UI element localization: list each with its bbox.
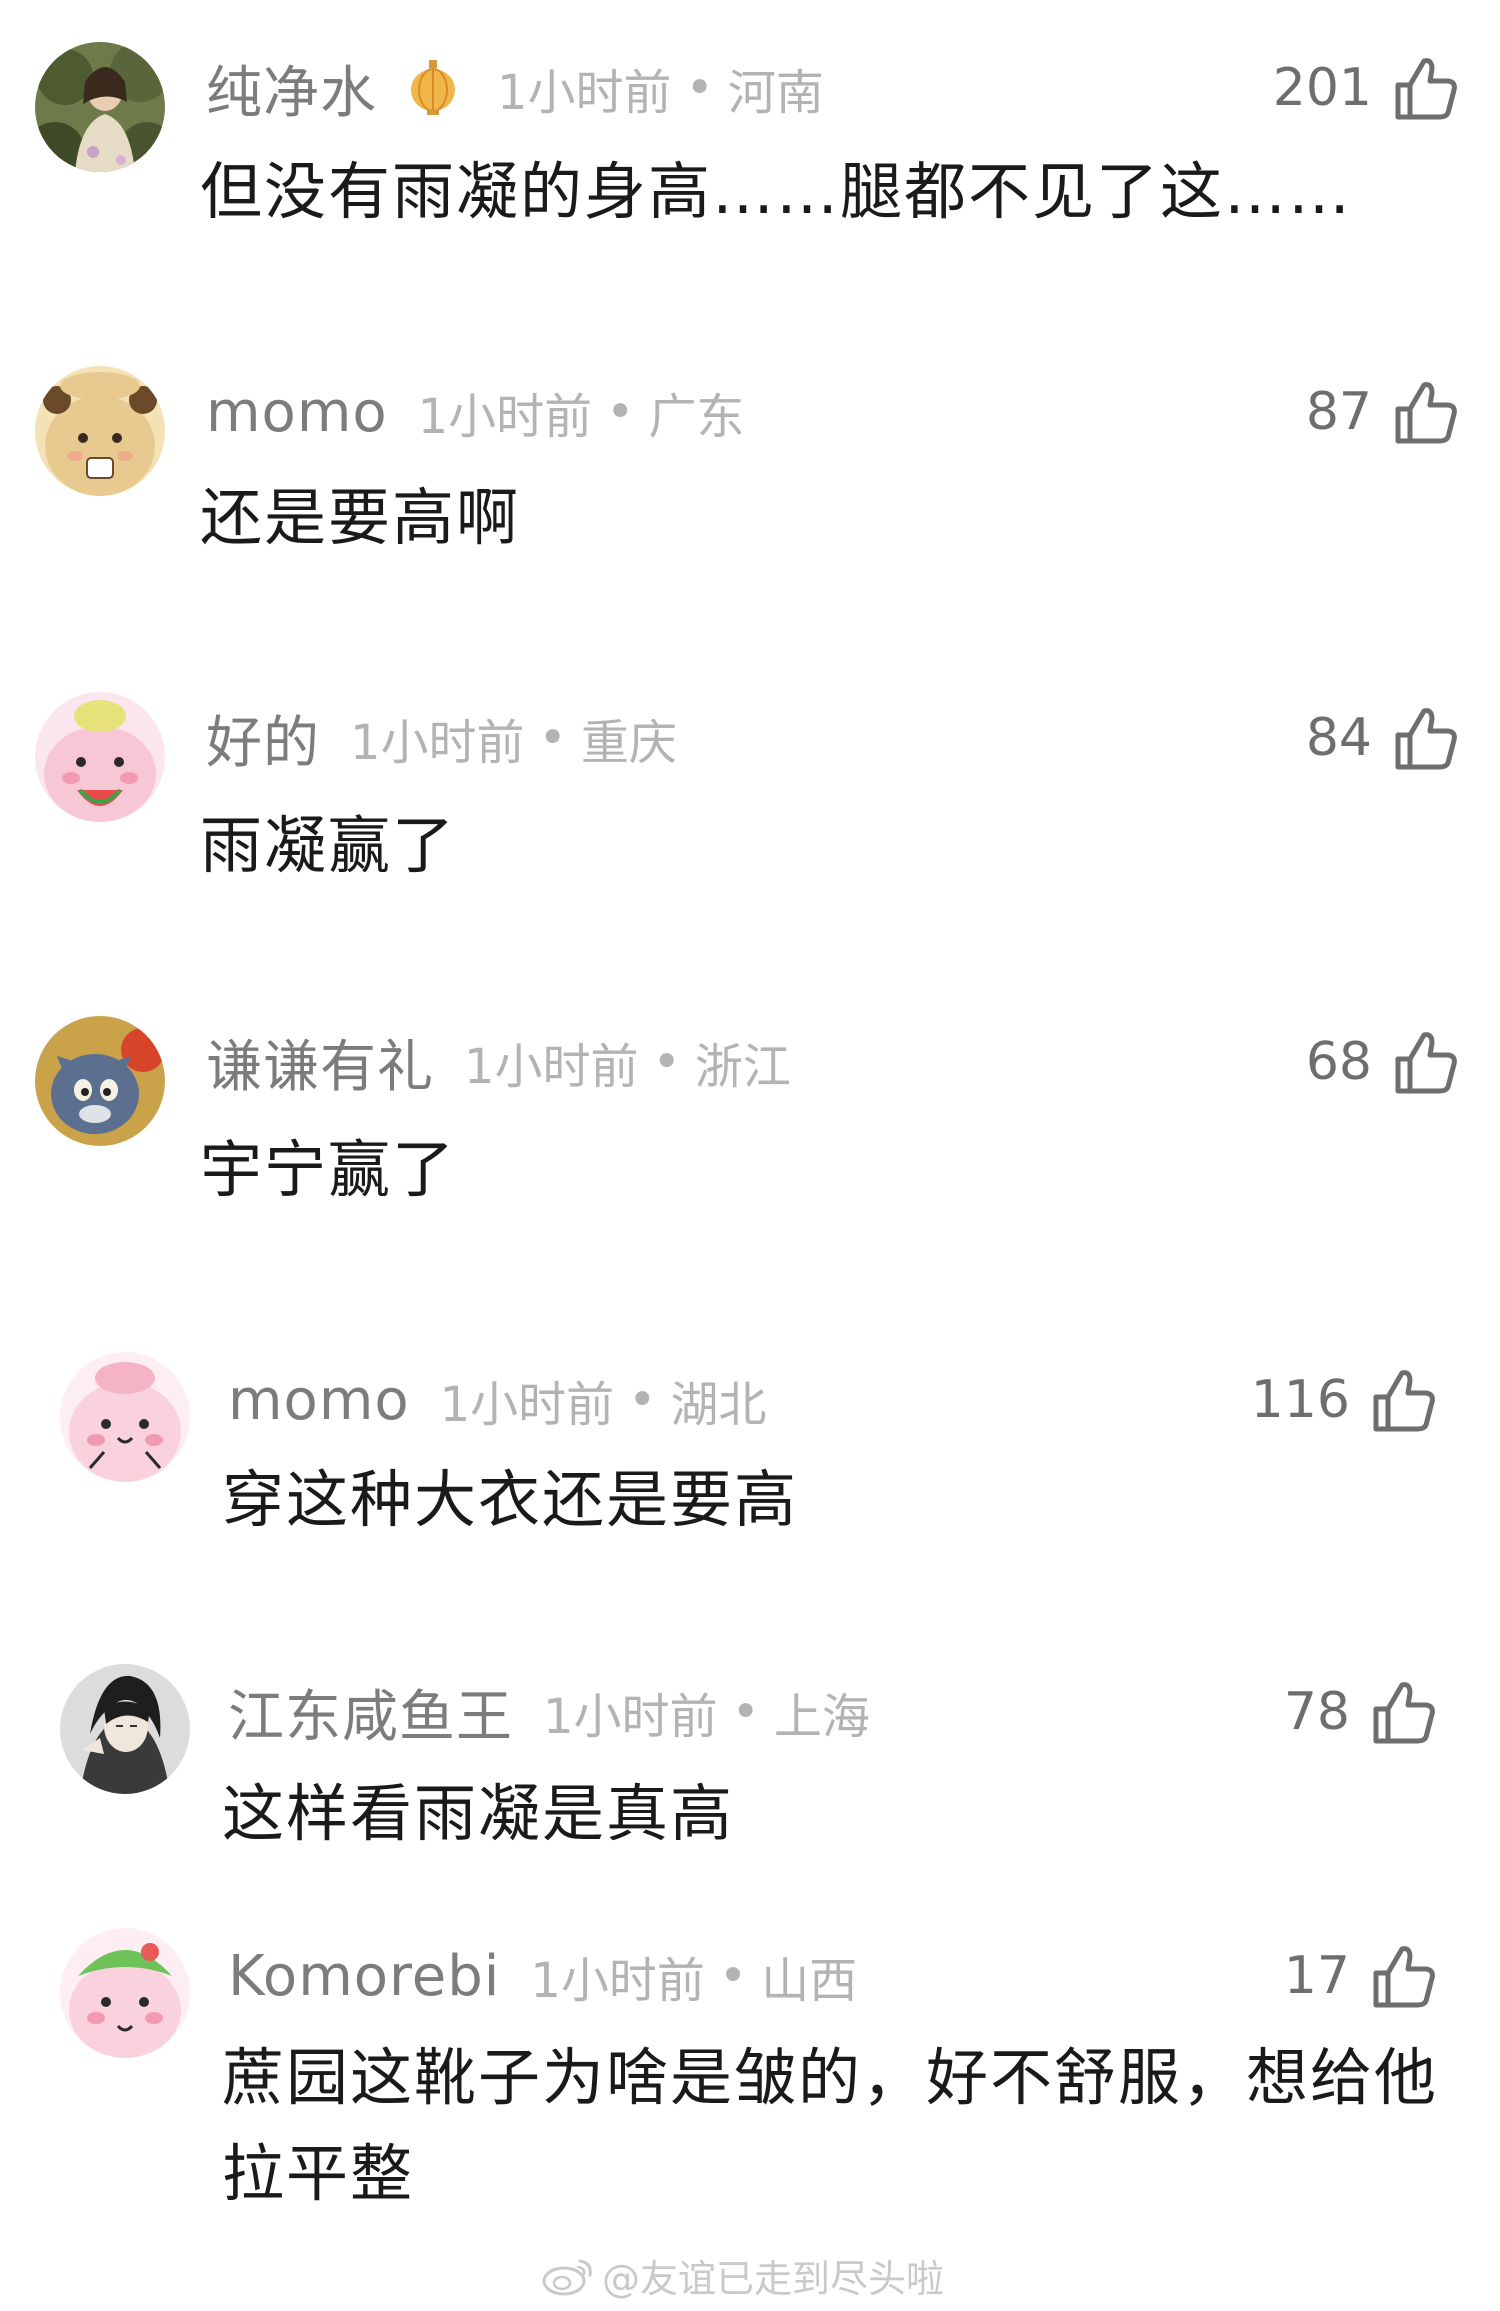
user-avatar[interactable] [35, 1016, 165, 1146]
comment-text: 这样看雨凝是真高 [222, 1777, 735, 1850]
meta-separator: • [685, 60, 714, 116]
region-label: 上海 [773, 1689, 870, 1745]
like-control[interactable]: 201 [1273, 48, 1460, 128]
thumbs-up-icon[interactable] [1390, 377, 1460, 447]
user-avatar[interactable] [60, 1928, 190, 2058]
meta-separator: • [606, 384, 635, 440]
like-control[interactable]: 84 [1306, 698, 1460, 778]
like-control[interactable]: 17 [1284, 1936, 1438, 2016]
user-avatar[interactable] [60, 1664, 190, 1794]
like-control[interactable]: 87 [1306, 372, 1460, 452]
timestamp: 1小时前 [497, 65, 672, 121]
like-count: 116 [1250, 1370, 1350, 1430]
like-count: 87 [1305, 382, 1372, 442]
region-label: 河南 [727, 65, 824, 121]
like-count: 68 [1305, 1032, 1372, 1092]
username[interactable]: Komorebi [228, 1944, 500, 2009]
comment-text: 穿这种大衣还是要高 [222, 1463, 799, 1536]
comment-text: 蔗园这靴子为啥是皱的，好不舒服，想给他拉平整 [222, 2041, 1439, 2210]
watermark: @友谊已走到尽头啦 [540, 2245, 944, 2305]
username[interactable]: 江东咸鱼王 [228, 1672, 513, 1753]
like-count: 84 [1305, 708, 1372, 768]
timestamp: 1小时前 [417, 389, 593, 445]
thumbs-up-icon[interactable] [1368, 1941, 1438, 2011]
timestamp: 1小时前 [543, 1689, 718, 1745]
region-label: 浙江 [694, 1039, 791, 1095]
thumbs-up-icon[interactable] [1368, 1677, 1438, 1747]
meta-separator: • [628, 1372, 657, 1428]
username[interactable]: 好的 [206, 698, 320, 779]
username[interactable]: 谦谦有礼 [206, 1022, 434, 1103]
region-label: 广东 [648, 389, 745, 445]
like-count: 78 [1283, 1682, 1350, 1742]
user-avatar[interactable] [60, 1352, 190, 1482]
like-count: 201 [1272, 58, 1372, 118]
thumbs-up-icon[interactable] [1390, 53, 1460, 123]
thumbs-up-icon[interactable] [1390, 703, 1460, 773]
weibo-icon [540, 2253, 602, 2297]
username[interactable]: momo [228, 1368, 410, 1433]
timestamp: 1小时前 [439, 1377, 615, 1433]
thumbs-up-icon[interactable] [1368, 1365, 1438, 1435]
comment-text: 雨凝赢了 [200, 809, 457, 882]
comment-text: 但没有雨凝的身高……腿都不见了这…… [200, 155, 1353, 228]
like-control[interactable]: 116 [1251, 1360, 1438, 1440]
region-label: 湖北 [670, 1377, 767, 1433]
meta-separator: • [538, 710, 567, 766]
username[interactable]: 纯净水 [206, 48, 377, 129]
meta-separator: • [652, 1034, 681, 1090]
like-control[interactable]: 78 [1284, 1672, 1438, 1752]
watermark-text: @友谊已走到尽头啦 [602, 2256, 945, 2301]
meta-separator: • [731, 1684, 760, 1740]
region-label: 重庆 [580, 715, 677, 771]
user-avatar[interactable] [35, 366, 165, 496]
user-avatar[interactable] [35, 42, 165, 172]
region-label: 山西 [761, 1953, 858, 2009]
user-avatar[interactable] [35, 692, 165, 822]
lantern-icon [403, 58, 463, 118]
timestamp: 1小时前 [530, 1953, 705, 2009]
timestamp: 1小时前 [464, 1039, 639, 1095]
like-count: 17 [1283, 1946, 1350, 2006]
username[interactable]: momo [206, 380, 388, 445]
meta-separator: • [718, 1948, 748, 2004]
comment-text: 宇宁赢了 [200, 1133, 457, 1206]
like-control[interactable]: 68 [1306, 1022, 1460, 1102]
timestamp: 1小时前 [350, 715, 525, 771]
comment-text: 还是要高啊 [200, 481, 521, 554]
thumbs-up-icon[interactable] [1390, 1027, 1460, 1097]
